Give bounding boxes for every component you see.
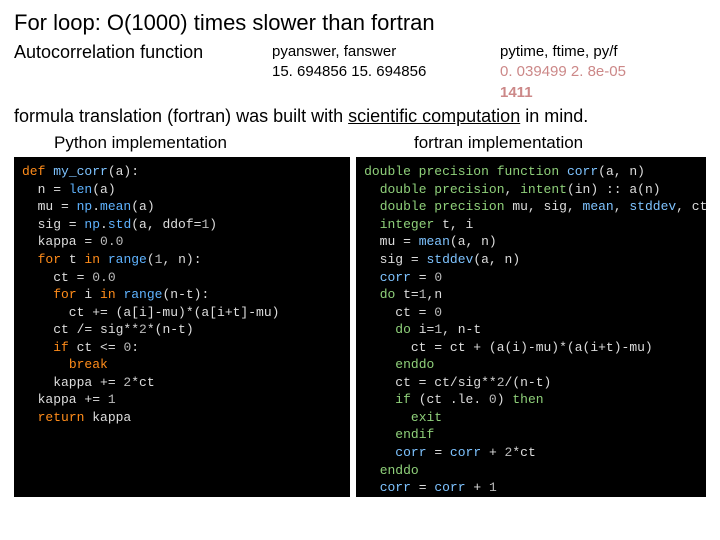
timing-block: pytime, ftime, py/f 0. 039499 2. 8e-05 1…	[500, 42, 706, 103]
subtitle: Autocorrelation function	[14, 42, 244, 103]
timing-header: pytime, ftime, py/f	[500, 42, 706, 62]
label-fortran: fortran implementation	[374, 133, 706, 153]
label-python: Python implementation	[14, 133, 374, 153]
answers-block: pyanswer, fanswer 15. 694856 15. 694856	[262, 42, 482, 103]
fortran-code: double precision function corr(a, n) dou…	[356, 157, 706, 497]
slide-title: For loop: O(1000) times slower than fort…	[14, 10, 706, 36]
header-row: Autocorrelation function pyanswer, fansw…	[14, 42, 706, 103]
sentence-part1: formula translation (fortran) was built …	[14, 106, 348, 126]
sentence: formula translation (fortran) was built …	[14, 105, 706, 128]
answers-header: pyanswer, fanswer	[272, 42, 482, 62]
answers-values: 15. 694856 15. 694856	[272, 62, 482, 82]
timing-values: 0. 039499 2. 8e-05	[500, 62, 706, 82]
python-code: def my_corr(a): n = len(a) mu = np.mean(…	[14, 157, 350, 497]
code-row: def my_corr(a): n = len(a) mu = np.mean(…	[14, 157, 706, 497]
sentence-link: scientific computation	[348, 106, 520, 126]
code-labels: Python implementation fortran implementa…	[14, 133, 706, 153]
sentence-part2: in mind.	[520, 106, 588, 126]
timing-ratio: 1411	[500, 83, 706, 103]
